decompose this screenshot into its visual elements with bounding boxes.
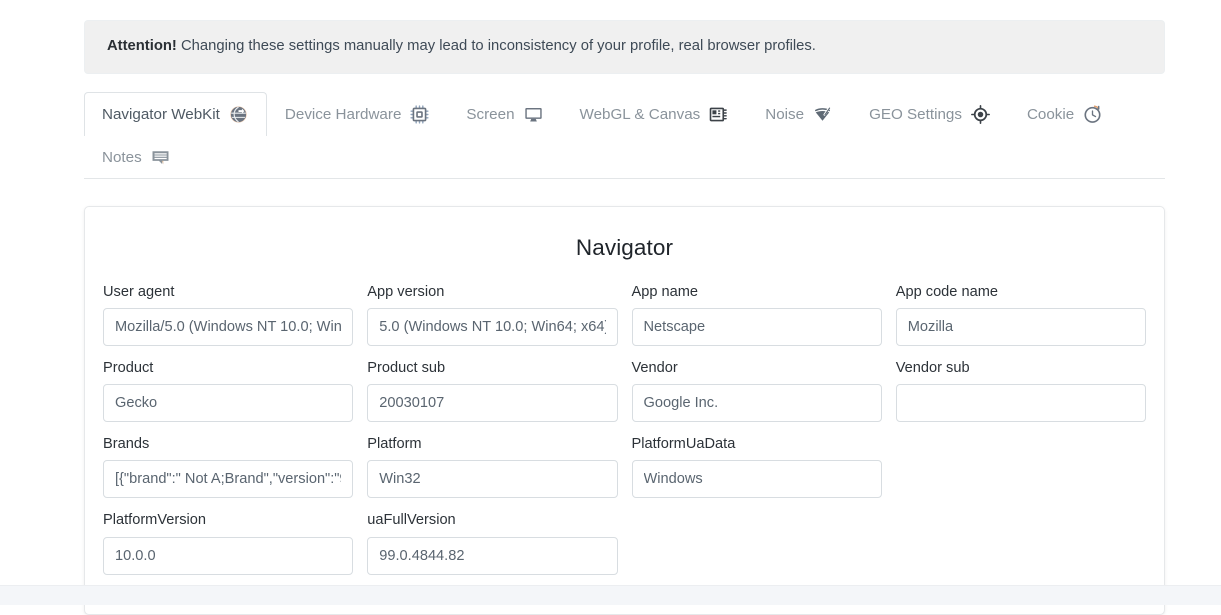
tab-label: Noise xyxy=(765,105,805,123)
field-label: App version xyxy=(367,283,445,300)
tab-device-hardware[interactable]: Device Hardware xyxy=(267,92,448,136)
field-label: Brands xyxy=(103,436,150,453)
app-name-input[interactable] xyxy=(631,307,882,346)
wifi-noise-icon xyxy=(813,105,832,124)
navigator-fields-grid: User agent App version App name App code… xyxy=(96,283,1153,588)
graphics-card-icon xyxy=(709,105,728,124)
product-sub-input[interactable] xyxy=(367,384,618,423)
tab-geo-settings[interactable]: GEO Settings xyxy=(851,92,1009,136)
field-platform: Platform xyxy=(360,435,624,499)
tab-screen[interactable]: Screen xyxy=(448,92,561,136)
field-label: App code name xyxy=(895,283,998,300)
field-product: Product xyxy=(96,359,360,423)
field-label: uaFullVersion xyxy=(367,512,456,529)
vendor-sub-input[interactable] xyxy=(895,384,1146,423)
alert-strong-label: Attention! xyxy=(107,38,177,54)
app-code-name-input[interactable] xyxy=(895,307,1146,346)
field-label: App name xyxy=(631,283,699,300)
globe-icon xyxy=(229,105,248,124)
page-root: Attention! Changing these settings manua… xyxy=(0,0,1221,615)
field-label: Platform xyxy=(367,436,422,453)
tab-label: Screen xyxy=(466,105,515,123)
footer-strip xyxy=(0,585,1221,605)
monitor-icon xyxy=(524,105,543,124)
cookie-clock-icon xyxy=(1083,105,1102,124)
field-label: Vendor xyxy=(631,359,678,376)
cpu-chip-icon xyxy=(410,105,429,124)
tab-noise[interactable]: Noise xyxy=(747,92,851,136)
field-vendor: Vendor xyxy=(625,359,889,423)
tab-label: GEO Settings xyxy=(869,105,962,123)
tab-label: Notes xyxy=(102,148,142,166)
vendor-input[interactable] xyxy=(631,384,882,423)
attention-alert: Attention! Changing these settings manua… xyxy=(84,20,1165,74)
platform-input[interactable] xyxy=(367,460,618,499)
field-vendor-sub: Vendor sub xyxy=(889,359,1153,423)
field-label: PlatformUaData xyxy=(631,436,736,453)
platform-ua-data-input[interactable] xyxy=(631,460,882,499)
tab-label: Cookie xyxy=(1026,105,1075,123)
app-version-input[interactable] xyxy=(367,307,618,346)
platform-version-input[interactable] xyxy=(103,536,354,575)
tab-label: WebGL & Canvas xyxy=(579,105,701,123)
field-label: PlatformVersion xyxy=(103,512,207,529)
field-brands: Brands xyxy=(96,435,360,499)
field-ua-full-version: uaFullVersion xyxy=(360,511,624,575)
field-product-sub: Product sub xyxy=(360,359,624,423)
location-target-icon xyxy=(970,104,990,124)
tab-cookie[interactable]: Cookie xyxy=(1009,92,1121,136)
tab-webgl-canvas[interactable]: WebGL & Canvas xyxy=(562,92,748,136)
field-platform-ua-data: PlatformUaData xyxy=(625,435,889,499)
field-user-agent: User agent xyxy=(96,283,360,346)
field-platform-version: PlatformVersion xyxy=(96,511,360,575)
field-app-version: App version xyxy=(360,283,624,346)
content-wrapper: Attention! Changing these settings manua… xyxy=(84,20,1165,615)
field-label: Vendor sub xyxy=(895,359,970,376)
field-label: Product sub xyxy=(367,359,446,376)
user-agent-input[interactable] xyxy=(103,307,354,346)
tab-notes[interactable]: Notes xyxy=(84,135,189,179)
product-input[interactable] xyxy=(103,384,354,423)
tab-label: Navigator WebKit xyxy=(102,105,220,123)
tab-label: Device Hardware xyxy=(284,105,402,123)
field-app-name: App name xyxy=(625,283,889,346)
ua-full-version-input[interactable] xyxy=(367,536,618,575)
tab-bar: Navigator WebKit Device Hardware Screen … xyxy=(84,91,1165,179)
comment-icon xyxy=(151,148,170,167)
tab-navigator-webkit[interactable]: Navigator WebKit xyxy=(84,91,267,136)
alert-message: Changing these settings manually may lea… xyxy=(176,38,816,54)
field-app-code-name: App code name xyxy=(889,283,1153,346)
field-label: User agent xyxy=(103,283,175,300)
brands-input[interactable] xyxy=(103,460,354,499)
field-label: Product xyxy=(103,359,154,376)
page-title: Navigator xyxy=(575,234,674,260)
navigator-panel: Navigator User agent App version App nam… xyxy=(84,205,1165,615)
tab-row-second: Notes xyxy=(84,135,1165,178)
